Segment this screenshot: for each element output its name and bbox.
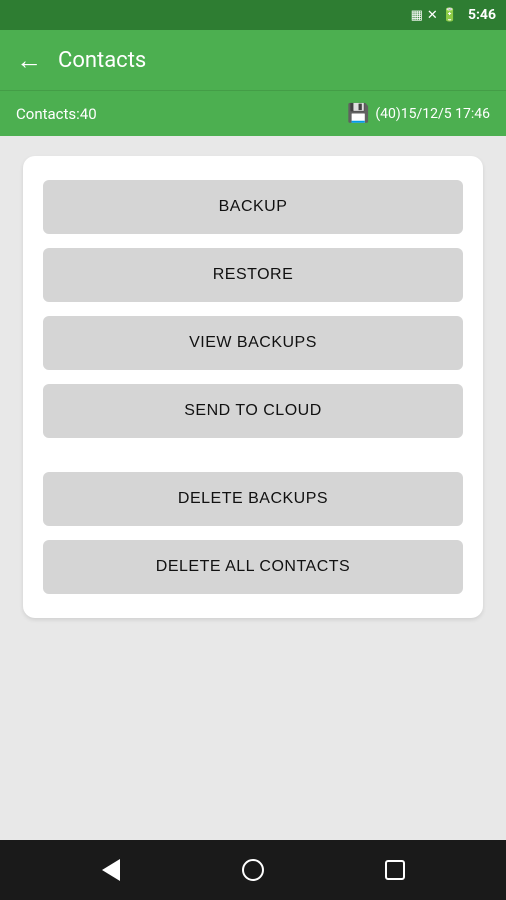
back-nav-icon — [102, 859, 120, 881]
send-to-cloud-button[interactable]: SEND TO CLOUD — [43, 384, 463, 438]
nav-recents-button[interactable] — [370, 850, 420, 890]
delete-all-contacts-button[interactable]: DELETE ALL CONTACTS — [43, 540, 463, 594]
view-backups-button[interactable]: VIEW BACKUPS — [43, 316, 463, 370]
backup-info: 💾 (40)15/12/5 17:46 — [347, 103, 490, 124]
sub-bar: Contacts:40 💾 (40)15/12/5 17:46 — [0, 90, 506, 136]
recents-nav-icon — [385, 860, 405, 880]
app-bar: ← Contacts — [0, 30, 506, 90]
nav-home-button[interactable] — [228, 850, 278, 890]
main-content: BACKUP RESTORE VIEW BACKUPS SEND TO CLOU… — [0, 136, 506, 840]
separator — [43, 452, 463, 472]
nav-back-button[interactable] — [86, 850, 136, 890]
app-title: Contacts — [58, 48, 146, 73]
signal-icon: ✕ — [427, 8, 438, 23]
delete-backups-button[interactable]: DELETE BACKUPS — [43, 472, 463, 526]
bottom-nav — [0, 840, 506, 900]
back-arrow-icon: ← — [16, 45, 42, 76]
status-time: 5:46 — [468, 7, 496, 23]
home-nav-icon — [242, 859, 264, 881]
contacts-count: Contacts:40 — [16, 105, 97, 123]
vibrate-icon: ▦ — [411, 8, 423, 23]
backup-timestamp: (40)15/12/5 17:46 — [375, 106, 490, 122]
restore-button[interactable]: RESTORE — [43, 248, 463, 302]
backup-button[interactable]: BACKUP — [43, 180, 463, 234]
back-button[interactable]: ← — [16, 45, 42, 76]
action-card: BACKUP RESTORE VIEW BACKUPS SEND TO CLOU… — [23, 156, 483, 618]
save-icon: 💾 — [347, 103, 369, 124]
status-bar: ▦ ✕ 🔋 5:46 — [0, 0, 506, 30]
status-icons: ▦ ✕ 🔋 5:46 — [411, 7, 496, 23]
battery-icon: 🔋 — [442, 8, 458, 23]
